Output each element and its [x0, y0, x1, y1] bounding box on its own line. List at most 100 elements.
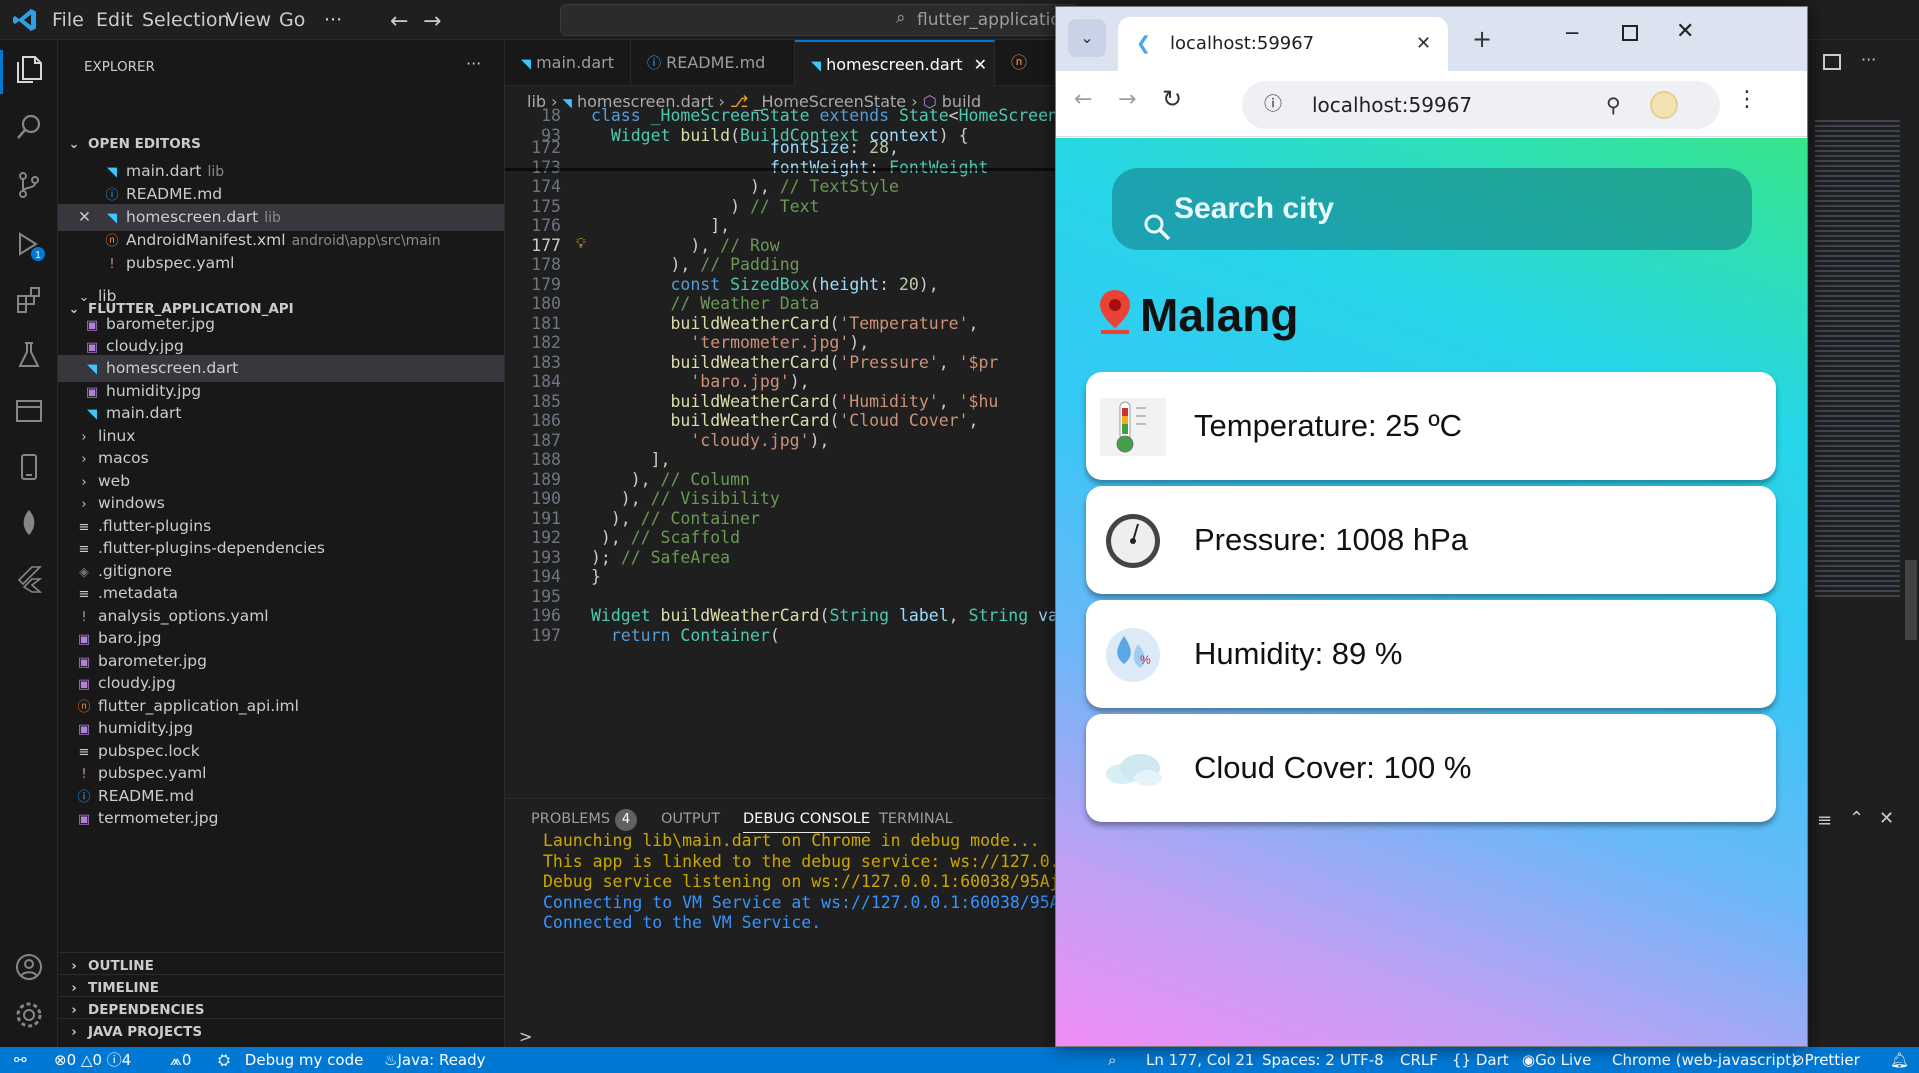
tab-terminal[interactable]: TERMINAL [879, 811, 953, 827]
menu-more[interactable]: ··· [324, 9, 342, 31]
code-line[interactable]: ), // Visibility [591, 489, 780, 508]
code-line[interactable]: ) // Text [591, 197, 819, 216]
section-header[interactable]: › JAVA PROJECTS [58, 1018, 504, 1045]
open-editors-header[interactable]: ⌄ OPEN EDITORS [58, 131, 504, 158]
code-line[interactable]: const SizedBox(height: 20), [591, 275, 938, 294]
menu-file[interactable]: File [52, 9, 84, 31]
tab-debug-console[interactable]: DEBUG CONSOLE [743, 811, 870, 833]
code-line[interactable]: ), // Padding [591, 255, 799, 274]
tab-search-button[interactable]: ⌄ [1068, 19, 1106, 57]
browser-tab[interactable]: ❮ localhost:59967 ✕ [1118, 17, 1448, 71]
code-line[interactable]: ], [591, 216, 730, 235]
search-input[interactable]: Search city [1112, 168, 1752, 250]
maximize-panel-icon[interactable]: ⌃ [1849, 808, 1864, 829]
back-icon[interactable]: ← [1074, 87, 1092, 112]
more-actions-icon[interactable]: ··· [1861, 50, 1876, 69]
avatar[interactable] [1650, 91, 1678, 119]
flutter-icon[interactable] [11, 564, 47, 600]
code-line[interactable]: ); // SafeArea [591, 548, 730, 567]
menu-edit[interactable]: Edit [96, 9, 133, 31]
code-line[interactable]: buildWeatherCard('Humidity', '$hu [591, 392, 998, 411]
device-icon[interactable] [11, 452, 47, 488]
remote-explorer-icon[interactable] [11, 396, 47, 432]
panel-menu-icon[interactable]: ≡ [1817, 810, 1832, 831]
code-line[interactable]: fontWeight: FontWeight [591, 158, 989, 177]
open-editor-item[interactable]: ! pubspec.yaml [58, 250, 504, 277]
account-icon[interactable] [11, 952, 47, 988]
tab-homescreen[interactable]: ◥ homescreen.dart ✕ [795, 40, 995, 86]
java-status[interactable]: ♨Java: Ready [384, 1047, 486, 1073]
sticky-code-line[interactable]: class _HomeScreenState extends State<Hom… [591, 106, 1068, 125]
tab-output[interactable]: OUTPUT [661, 811, 720, 827]
code-line[interactable]: buildWeatherCard('Pressure', '$pr [591, 353, 998, 372]
menu-kebab-icon[interactable]: ⋮ [1736, 87, 1758, 112]
code-line[interactable]: ), // Row [591, 236, 779, 255]
tab-overflow[interactable]: ⓝ [995, 40, 1055, 86]
remote-icon[interactable]: ⚯ [14, 1047, 27, 1073]
reload-icon[interactable]: ↻ [1162, 85, 1182, 113]
code-line[interactable]: ), // Column [591, 470, 750, 489]
zoom-icon[interactable]: ⌕ [1108, 1047, 1116, 1073]
code-editor[interactable]: 18 class _HomeScreenState extends State<H… [505, 106, 1068, 798]
location-icon[interactable]: ⚲ [1606, 81, 1621, 129]
code-line[interactable]: // Weather Data [591, 294, 819, 313]
line-ending[interactable]: CRLF [1400, 1047, 1438, 1073]
code-line[interactable]: fontSize: 28, [591, 138, 899, 157]
ports-status[interactable]: ⩕0 [170, 1047, 191, 1073]
minimize-icon[interactable]: ─ [1566, 21, 1578, 45]
problems-status[interactable]: ⊗0 △0 ⓘ4 [54, 1047, 131, 1073]
site-info-icon[interactable]: ⓘ [1264, 81, 1282, 129]
explorer-icon[interactable] [11, 54, 47, 90]
code-line[interactable]: Widget buildWeatherCard(String label, St… [591, 606, 1058, 625]
tab-problems[interactable]: PROBLEMS [531, 811, 610, 827]
menu-go[interactable]: Go [279, 9, 305, 31]
search-icon[interactable] [11, 112, 47, 148]
forward-icon[interactable]: → [1118, 87, 1136, 112]
source-control-icon[interactable] [11, 170, 47, 206]
code-line[interactable]: buildWeatherCard('Cloud Cover', [591, 411, 978, 430]
code-line[interactable]: return Container( [591, 626, 780, 645]
tab-main-dart[interactable]: ◥ main.dart [505, 40, 631, 86]
lightbulb-icon[interactable]: 💡︎ [576, 236, 586, 252]
code-line[interactable]: buildWeatherCard('Temperature', [591, 314, 978, 333]
code-line[interactable]: } [591, 567, 601, 586]
prettier-status[interactable]: ⊘Prettier [1792, 1047, 1860, 1073]
menu-view[interactable]: View [226, 9, 271, 31]
device-selector[interactable]: Chrome (web-javascript) [1612, 1047, 1797, 1073]
tab-readme[interactable]: ⓘ README.md [631, 40, 795, 86]
more-actions-icon[interactable]: ··· [466, 54, 481, 73]
menu-selection[interactable]: Selection [142, 9, 230, 31]
new-tab-icon[interactable]: + [1472, 25, 1492, 53]
close-tab-icon[interactable]: ✕ [1416, 17, 1431, 71]
minimap[interactable]: ··· ≡ ⌃ ✕ [1808, 40, 1919, 1047]
indentation[interactable]: Spaces: 2 [1262, 1047, 1335, 1073]
tree-item[interactable]: ⌄ lib [58, 283, 504, 310]
code-line[interactable]: 'cloudy.jpg'), [591, 431, 829, 450]
console-prompt[interactable]: > [519, 1027, 532, 1046]
testing-icon[interactable] [11, 340, 47, 376]
code-line[interactable]: ), // Container [591, 509, 760, 528]
close-icon[interactable]: ✕ [974, 55, 987, 74]
notifications-icon[interactable]: 🔔︎ [1890, 1047, 1909, 1073]
forward-arrow-icon[interactable]: → [423, 9, 441, 34]
run-debug-icon[interactable]: 1 [11, 228, 47, 264]
back-arrow-icon[interactable]: ← [390, 9, 408, 34]
code-line[interactable]: 'baro.jpg'), [591, 372, 809, 391]
address-bar[interactable]: ⓘ localhost:59967 ⚲ ☆ [1242, 81, 1720, 129]
close-window-icon[interactable]: ✕ [1676, 19, 1694, 44]
scrollbar-thumb[interactable] [1905, 560, 1917, 640]
extensions-icon[interactable] [11, 284, 47, 320]
language-mode[interactable]: {} Dart [1452, 1047, 1509, 1073]
code-line[interactable]: ), // TextStyle [591, 177, 899, 196]
encoding[interactable]: UTF-8 [1340, 1047, 1384, 1073]
mongodb-leaf-icon[interactable] [11, 508, 47, 544]
tree-item[interactable]: ▣ termometer.jpg [58, 805, 504, 832]
close-panel-icon[interactable]: ✕ [1879, 808, 1894, 829]
gear-icon[interactable] [11, 1000, 47, 1036]
go-live[interactable]: ◉Go Live [1522, 1047, 1591, 1073]
maximize-icon[interactable] [1622, 25, 1638, 41]
split-editor-icon[interactable] [1823, 54, 1841, 70]
code-line[interactable]: ), // Scaffold [591, 528, 740, 547]
command-center[interactable]: ⌕ flutter_applicatio [560, 4, 1080, 36]
code-line[interactable]: 'termometer.jpg'), [591, 333, 869, 352]
